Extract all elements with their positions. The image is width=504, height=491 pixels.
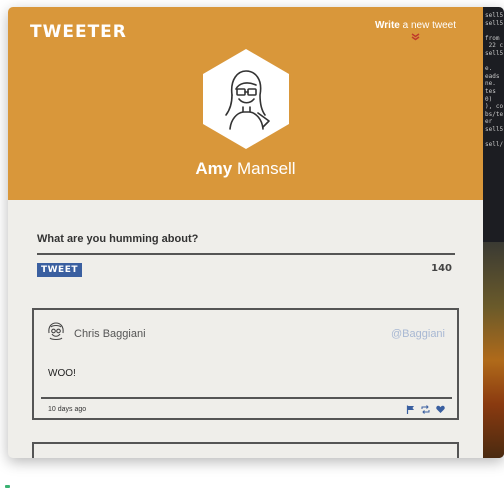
terminal-output: sell5 sell5 from 22 c sell5 e. eads ne. …	[485, 12, 504, 149]
author-avatar[interactable]	[46, 321, 66, 341]
profile-name: Amy Mansell	[8, 159, 483, 179]
app-logo[interactable]: TWEETER	[30, 22, 127, 42]
tweet-divider	[41, 397, 452, 399]
compose-prompt[interactable]: What are you humming about?	[37, 233, 198, 245]
retweet-icon[interactable]	[421, 401, 430, 414]
char-counter: 140	[431, 263, 452, 274]
tweet-button[interactable]: TWEET	[37, 263, 82, 277]
tweet-text: WOO!	[48, 368, 76, 379]
write-new-tweet-link[interactable]: Write a new tweet	[375, 20, 456, 43]
flag-icon[interactable]	[406, 401, 415, 414]
tweet-card	[32, 442, 459, 458]
chevron-down-icon[interactable]	[375, 33, 456, 43]
tweet-card: Chris Baggiani @Baggiani WOO! 10 days ag…	[32, 308, 459, 420]
tweet-actions	[406, 401, 445, 414]
desktop-wallpaper	[483, 242, 504, 458]
tweet-author[interactable]: Chris Baggiani	[74, 328, 146, 340]
profile-avatar	[203, 49, 289, 149]
profile-first-name: Amy	[195, 159, 233, 178]
status-indicator	[5, 485, 10, 488]
profile-last-name: Mansell	[237, 159, 296, 178]
tweet-timestamp: 10 days ago	[48, 406, 87, 413]
write-link-bold: Write	[375, 20, 400, 31]
write-link-rest: a new tweet	[399, 20, 456, 31]
heart-icon[interactable]	[436, 401, 445, 413]
tweet-handle[interactable]: @Baggiani	[391, 328, 445, 340]
app-window: TWEETER Write a new tweet Amy Mansell Wh…	[8, 7, 504, 458]
compose-input-underline[interactable]	[37, 253, 455, 255]
profile-header: TWEETER Write a new tweet Amy Mansell	[8, 7, 483, 200]
